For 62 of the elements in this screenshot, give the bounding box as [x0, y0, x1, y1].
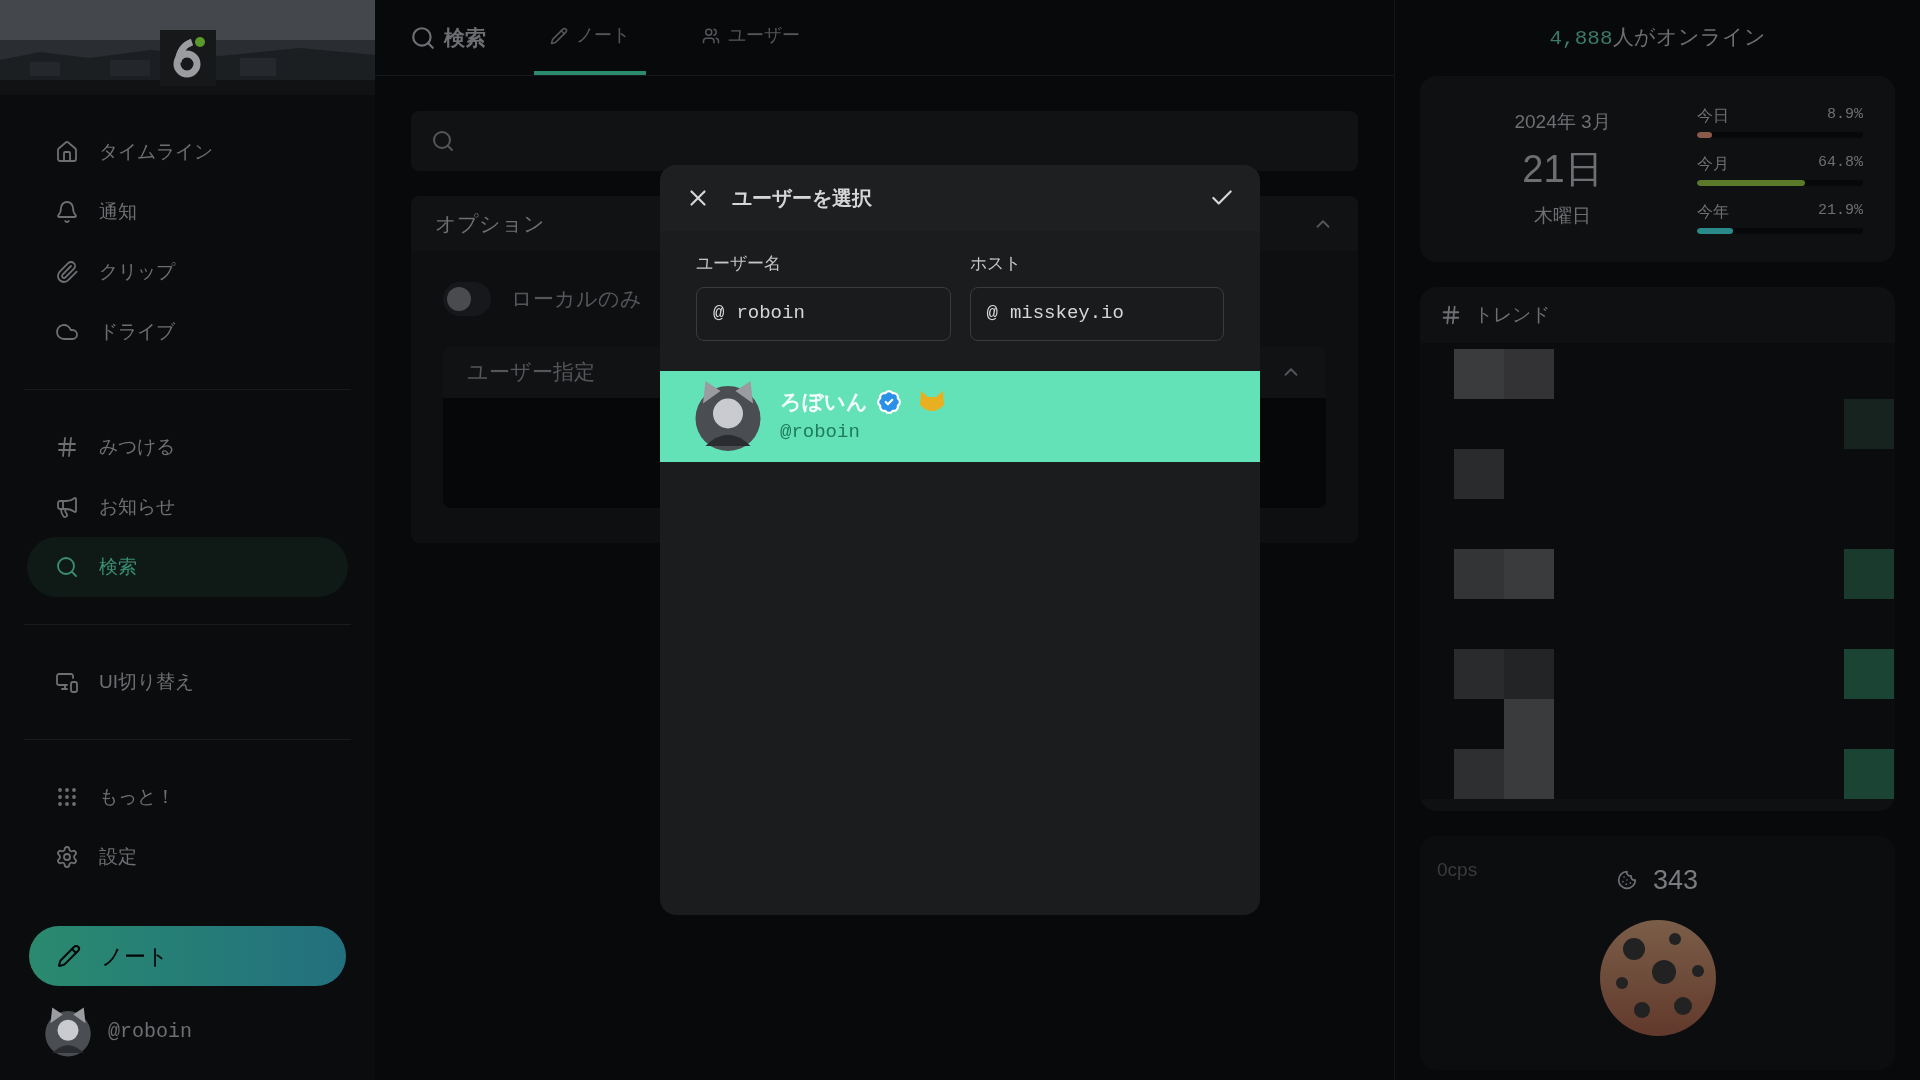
search-icon: [431, 129, 455, 153]
devices-icon: [55, 670, 79, 694]
hash-icon: [1440, 304, 1462, 326]
paperclip-icon: [55, 260, 79, 284]
nav-item[interactable]: タイムライン: [27, 122, 348, 182]
nav-item[interactable]: みつける: [27, 417, 348, 477]
progress-reading: 64.8%: [1818, 153, 1863, 173]
day: 21日: [1522, 140, 1603, 198]
nav-item[interactable]: ドライブ: [27, 302, 348, 362]
nav-item[interactable]: 検索: [27, 537, 348, 597]
user-result-row[interactable]: ろぼいん @roboin: [660, 370, 1260, 462]
text-field[interactable]: @ misskey.io: [969, 286, 1224, 341]
field-label: ユーザー名: [696, 253, 782, 275]
user-handle: @roboin: [780, 419, 861, 445]
home-icon: [55, 140, 79, 164]
panel-title: オプション: [435, 210, 545, 237]
users-icon: [702, 26, 720, 45]
tab[interactable]: ユーザー: [686, 0, 816, 75]
text-field[interactable]: @ roboin: [696, 286, 951, 341]
at-prefix: @: [713, 301, 725, 327]
search-icon: [55, 555, 79, 579]
pencil-icon: [57, 944, 81, 968]
progress-label: 今日: [1697, 106, 1729, 126]
dialog-title: ユーザーを選択: [732, 186, 872, 211]
toggle-label: ローカルのみ: [511, 285, 642, 312]
settings-icon: [55, 845, 79, 869]
cookie-icon: [1598, 918, 1717, 1037]
nav-item[interactable]: 通知: [27, 182, 348, 242]
tab[interactable]: ノート: [534, 0, 646, 75]
cookie-icon: [1616, 870, 1637, 891]
nav-item[interactable]: お知らせ: [27, 477, 348, 537]
progress-reading: 8.9%: [1827, 105, 1863, 125]
logo-icon: [160, 30, 216, 86]
grid-icon: [55, 785, 79, 809]
card-title: トレンド: [1474, 302, 1550, 327]
online-count: 4,888人がオンライン: [1549, 24, 1766, 53]
toggle-switch[interactable]: [443, 281, 491, 316]
at-prefix: @: [986, 301, 998, 327]
progress-reading: 21.9%: [1818, 201, 1863, 221]
nav-item[interactable]: クリップ: [27, 242, 348, 302]
progress-label: 今月: [1697, 154, 1729, 174]
field-value: roboin: [736, 301, 805, 327]
note-button[interactable]: ノート: [29, 926, 346, 986]
year-month: 2024年 3月: [1514, 110, 1611, 134]
search-icon: [410, 24, 436, 51]
nav-item[interactable]: 設定: [27, 827, 348, 887]
page-title: 検索: [444, 24, 486, 51]
field-value: misskey.io: [1009, 301, 1124, 327]
hash-icon: [55, 435, 79, 459]
cookie-count: 343: [1652, 864, 1699, 897]
nav-item[interactable]: UI切り替え: [27, 652, 348, 712]
pencil-icon: [550, 26, 568, 45]
weekday: 木曜日: [1534, 203, 1591, 228]
panel-title: ユーザー指定: [467, 359, 595, 386]
account-handle: @roboin: [108, 1019, 192, 1045]
field-label: ホスト: [969, 253, 1022, 275]
megaphone-icon: [55, 495, 79, 519]
user-name: ろぼいん: [780, 389, 868, 415]
progress-label: 今年: [1697, 202, 1729, 222]
nav-item[interactable]: もっと！: [27, 767, 348, 827]
bell-icon: [55, 200, 79, 224]
search-field[interactable]: [411, 111, 1358, 171]
